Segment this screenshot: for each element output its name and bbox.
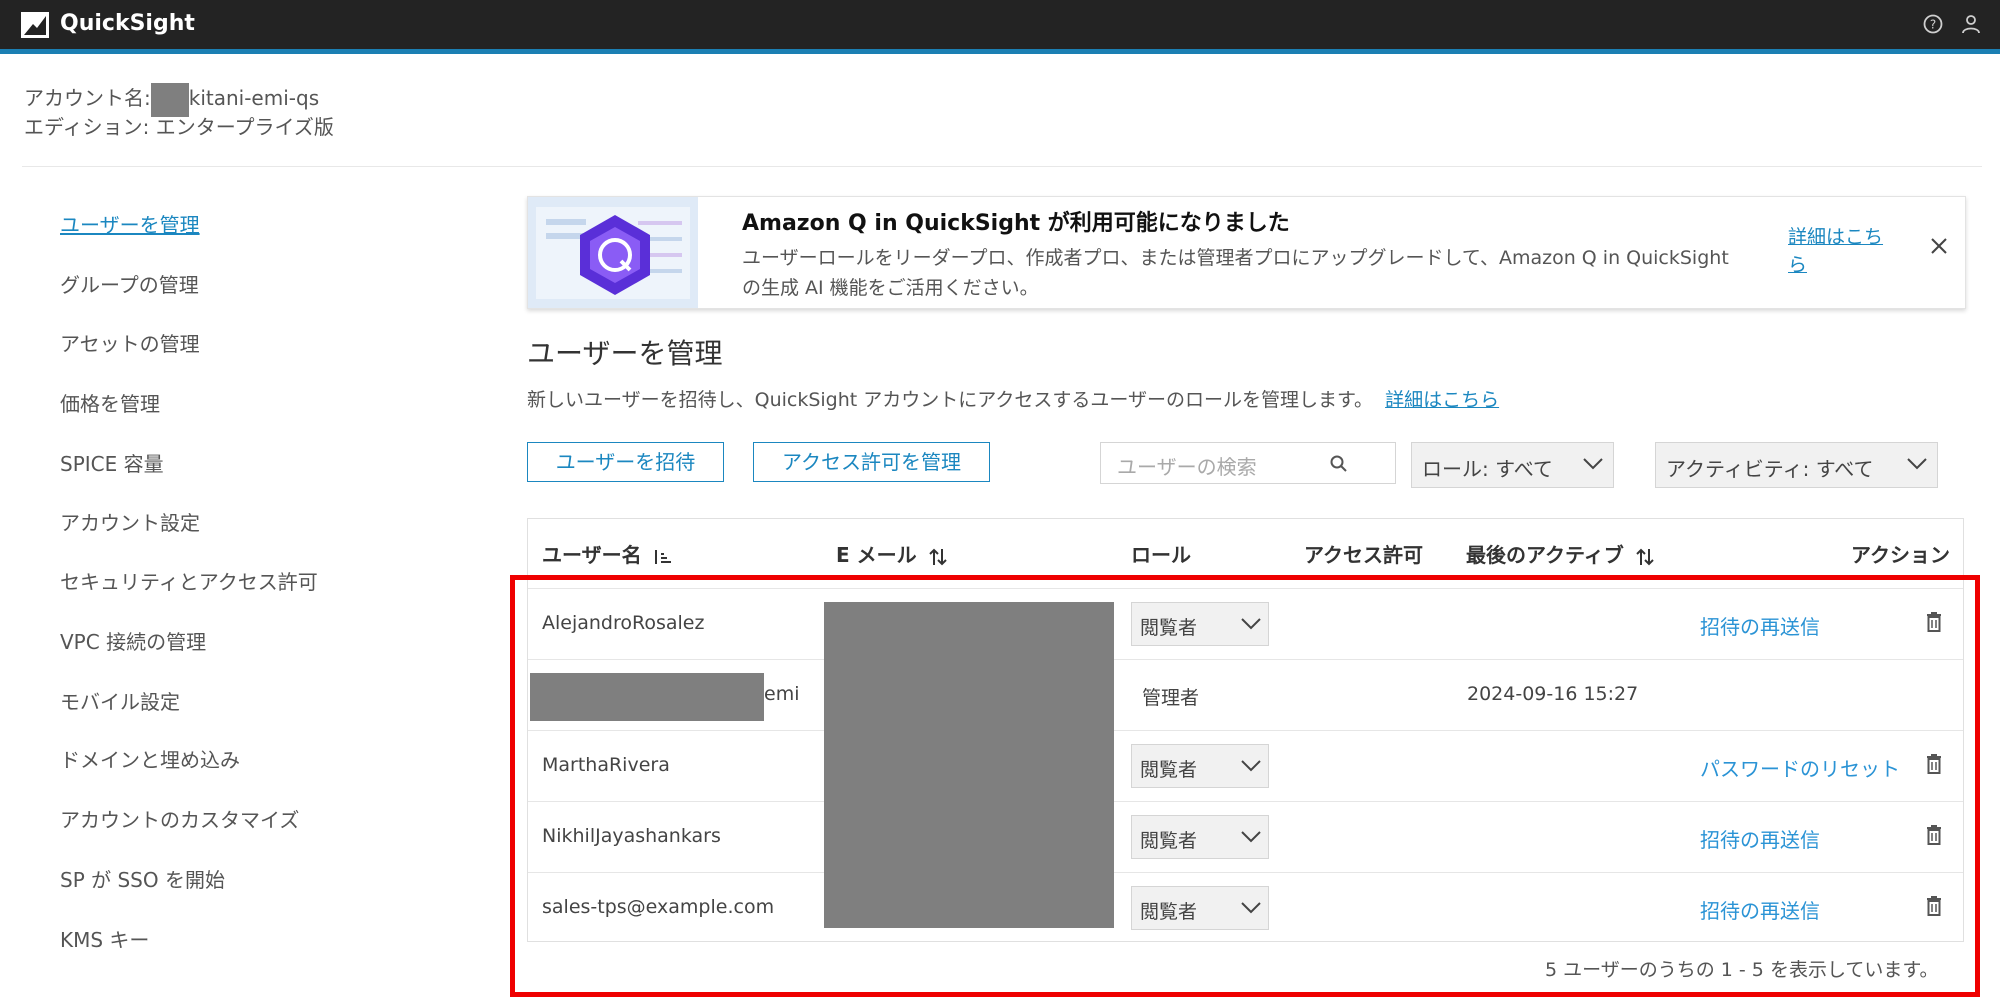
reset-password-link[interactable]: パスワードのリセット: [1700, 753, 1900, 782]
username-cell: AlejandroRosalez: [542, 612, 705, 634]
row-divider: [528, 872, 1963, 873]
role-dropdown-label: 閲覧者: [1140, 617, 1198, 639]
user-icon[interactable]: [1960, 13, 1982, 35]
chevron-down-icon: [1241, 831, 1261, 843]
column-header-username-label: ユーザー名: [542, 543, 642, 567]
sidebar-item-security[interactable]: セキュリティとアクセス許可: [60, 566, 318, 595]
role-dropdown-label: 閲覧者: [1140, 759, 1198, 781]
trash-icon[interactable]: [1926, 825, 1942, 845]
sidebar-item-sp-sso[interactable]: SP が SSO を開始: [60, 864, 225, 893]
activity-filter-dropdown[interactable]: アクティビティ: すべて: [1655, 442, 1938, 488]
account-edition: エディション: エンタープライズ版: [24, 115, 334, 139]
pagination-summary: 5 ユーザーのうちの 1 - 5 を表示しています。: [1545, 959, 1939, 981]
trash-icon[interactable]: [1926, 896, 1942, 916]
column-header-username[interactable]: ユーザー名: [542, 539, 674, 568]
chevron-down-icon: [1241, 618, 1261, 630]
invite-users-button[interactable]: ユーザーを招待: [527, 442, 724, 482]
column-header-actions: アクション: [1851, 543, 1950, 567]
role-dropdown[interactable]: 閲覧者: [1131, 815, 1269, 859]
sidebar-item-manage-assets[interactable]: アセットの管理: [60, 328, 200, 357]
sidebar-item-spice-capacity[interactable]: SPICE 容量: [60, 448, 164, 477]
trash-icon[interactable]: [1926, 754, 1942, 774]
top-bar-accent: [0, 49, 2000, 54]
column-header-last-active[interactable]: 最後のアクティブ: [1466, 539, 1656, 568]
row-divider: [528, 659, 1963, 660]
role-dropdown[interactable]: 閲覧者: [1131, 602, 1269, 646]
role-cell: 管理者: [1142, 687, 1200, 709]
app-title[interactable]: QuickSight: [60, 11, 195, 36]
role-dropdown-label: 閲覧者: [1140, 901, 1198, 923]
divider: [22, 166, 1982, 167]
row-divider: [528, 730, 1963, 731]
role-filter-dropdown[interactable]: ロール: すべて: [1411, 442, 1614, 488]
column-header-role: ロール: [1131, 543, 1191, 567]
sort-ascending-icon[interactable]: [652, 548, 674, 566]
row-divider: [528, 588, 1963, 589]
resend-invite-link[interactable]: 招待の再送信: [1700, 895, 1820, 924]
resend-invite-link[interactable]: 招待の再送信: [1700, 611, 1820, 640]
resend-invite-link[interactable]: 招待の再送信: [1700, 824, 1820, 853]
sidebar-item-vpc[interactable]: VPC 接続の管理: [60, 626, 206, 655]
sidebar-item-mobile[interactable]: モバイル設定: [60, 686, 180, 715]
banner-body: ユーザーロールをリーダープロ、作成者プロ、または管理者プロにアップグレードして、…: [742, 247, 1729, 299]
row-divider: [528, 801, 1963, 802]
activity-filter-label: アクティビティ: すべて: [1666, 457, 1874, 481]
role-filter-label: ロール: すべて: [1422, 457, 1553, 481]
trash-icon[interactable]: [1926, 612, 1942, 632]
sidebar-item-account-settings[interactable]: アカウント設定: [60, 507, 200, 536]
chevron-down-icon: [1907, 458, 1927, 470]
sidebar-item-manage-groups[interactable]: グループの管理: [60, 269, 199, 298]
column-header-last-active-label: 最後のアクティブ: [1466, 543, 1624, 567]
quicksight-logo-icon[interactable]: [21, 12, 49, 38]
chevron-down-icon: [1241, 760, 1261, 772]
svg-text:?: ?: [1930, 18, 1936, 32]
search-placeholder: ユーザーの検索: [1117, 455, 1257, 479]
close-icon[interactable]: [1928, 235, 1950, 257]
search-input[interactable]: ユーザーの検索: [1100, 442, 1396, 484]
column-header-access: アクセス許可: [1304, 543, 1423, 567]
sidebar-item-domains[interactable]: ドメインと埋め込み: [60, 744, 240, 773]
chevron-down-icon: [1241, 902, 1261, 914]
learn-more-link[interactable]: 詳細はこちら: [1385, 389, 1499, 411]
column-header-email[interactable]: E メール: [836, 539, 949, 568]
username-cell: NikhilJayashankars: [542, 825, 721, 847]
search-icon: [1330, 455, 1347, 472]
redaction: [824, 602, 1114, 928]
last-active-cell: 2024-09-16 15:27: [1467, 683, 1639, 705]
amazon-q-banner: Amazon Q in QuickSight が利用可能になりました ユーザーロ…: [527, 196, 1966, 309]
sidebar-item-manage-users[interactable]: ユーザーを管理: [60, 209, 200, 238]
role-dropdown[interactable]: 閲覧者: [1131, 744, 1269, 788]
page-description-text: 新しいユーザーを招待し、QuickSight アカウントにアクセスするユーザーの…: [527, 389, 1374, 411]
amazon-q-icon: [528, 197, 698, 308]
help-circle-icon[interactable]: ?: [1922, 13, 1944, 35]
account-name-value: kitani-emi-qs: [188, 86, 320, 110]
sort-icon[interactable]: [927, 547, 949, 567]
username-cell: sales-tps@example.com: [542, 896, 775, 918]
redaction: [530, 673, 764, 721]
role-dropdown[interactable]: 閲覧者: [1131, 886, 1269, 930]
users-table: ユーザー名 E メール ロール アクセス許可 最後のアクティブ アクション Al…: [527, 518, 1964, 942]
sidebar-item-manage-pricing[interactable]: 価格を管理: [60, 388, 160, 417]
sidebar-item-customize[interactable]: アカウントのカスタマイズ: [60, 804, 299, 833]
username-cell: MarthaRivera: [542, 754, 670, 776]
sidebar-item-kms-keys[interactable]: KMS キー: [60, 924, 149, 953]
manage-permissions-button[interactable]: アクセス許可を管理: [753, 442, 990, 482]
banner-learn-more-link[interactable]: 詳細はこちら: [1788, 223, 1898, 279]
role-dropdown-label: 閲覧者: [1140, 830, 1198, 852]
account-name-label: アカウント名:: [24, 86, 151, 110]
banner-title: Amazon Q in QuickSight が利用可能になりました: [742, 211, 1290, 236]
page-description: 新しいユーザーを招待し、QuickSight アカウントにアクセスするユーザーの…: [527, 385, 1499, 412]
column-header-email-label: E メール: [836, 543, 917, 567]
top-bar: QuickSight ?: [0, 0, 2000, 49]
chevron-down-icon: [1583, 458, 1603, 470]
page-title: ユーザーを管理: [527, 337, 723, 370]
sort-icon[interactable]: [1634, 547, 1656, 567]
username-cell: emi: [764, 683, 800, 705]
